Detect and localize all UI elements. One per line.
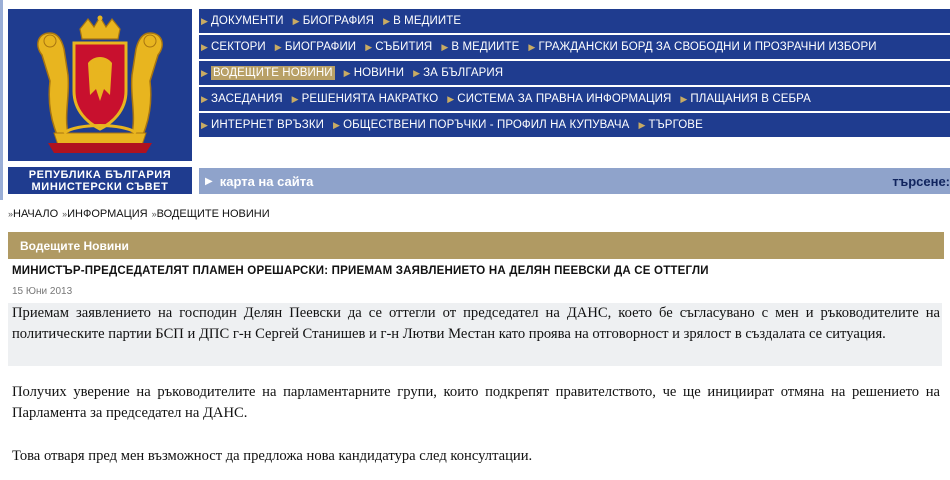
article-paragraph-1: Приемам заявлението на господин Делян Пе…	[8, 303, 942, 366]
arrow-right-icon: ▶	[201, 41, 209, 52]
arrow-right-icon: ▶	[365, 41, 373, 52]
arrow-right-icon: ▶	[638, 119, 646, 130]
nav-item-in-media[interactable]: ▶ В МЕДИИТЕ	[383, 15, 461, 27]
arrow-right-icon: ▶	[292, 15, 300, 26]
arrow-right-icon: ▶	[291, 93, 299, 104]
nav-item-top-news[interactable]: ▶ ВОДЕЩИТЕ НОВИНИ	[201, 66, 335, 80]
nav-item-tenders[interactable]: ▶ ТЪРГОВЕ	[638, 119, 702, 131]
nav-item-about-bulgaria[interactable]: ▶ ЗА БЪЛГАРИЯ	[413, 67, 503, 79]
arrow-right-icon: ▶	[201, 119, 209, 130]
left-edge-strip	[0, 0, 3, 200]
arrow-right-icon: ▶	[528, 41, 536, 52]
institution-name: РЕПУБЛИКА БЪЛГАРИЯ МИНИСТЕРСКИ СЪВЕТ	[8, 167, 192, 194]
nav-item-news[interactable]: ▶ НОВИНИ	[344, 67, 404, 79]
article-title: МИНИСТЪР-ПРЕДСЕДАТЕЛЯТ ПЛАМЕН ОРЕШАРСКИ:…	[12, 265, 709, 277]
arrow-right-icon: ▶	[201, 67, 209, 78]
breadcrumb-information[interactable]: »ИНФОРМАЦИЯ	[62, 208, 148, 220]
institution-name-line1: РЕПУБЛИКА БЪЛГАРИЯ	[28, 169, 172, 181]
nav-item-biography[interactable]: ▶ БИОГРАФИЯ	[293, 15, 374, 27]
nav-item-civic-board[interactable]: ▶ ГРАЖДАНСКИ БОРД ЗА СВОБОДНИ И ПРОЗРАЧНИ…	[528, 41, 876, 53]
nav-item-sectors[interactable]: ▶ СЕКТОРИ	[201, 41, 266, 53]
nav-item-sessions[interactable]: ▶ ЗАСЕДАНИЯ	[201, 93, 283, 105]
nav-item-in-media-2[interactable]: ▶ В МЕДИИТЕ	[441, 41, 519, 53]
main-navigation: ▶ ДОКУМЕНТИ ▶ БИОГРАФИЯ ▶ В МЕДИИТЕ ▶ СЕКТОР…	[199, 9, 950, 139]
sitemap-search-bar: ▶ карта на сайта търсене:	[199, 168, 950, 194]
arrow-right-icon: ▶	[680, 93, 688, 104]
arrow-right-icon: ▶	[201, 93, 209, 104]
nav-item-sebra-payments[interactable]: ▶ ПЛАЩАНИЯ В СЕБРА	[680, 93, 811, 105]
logo-home-link[interactable]	[8, 9, 192, 161]
nav-item-internet-links[interactable]: ▶ ИНТЕРНЕТ ВРЪЗКИ	[201, 119, 324, 131]
arrow-right-icon: ▶	[413, 67, 421, 78]
nav-item-events[interactable]: ▶ СЪБИТИЯ	[365, 41, 432, 53]
institution-name-line2: МИНИСТЕРСКИ СЪВЕТ	[31, 181, 169, 193]
nav-item-legal-info-system[interactable]: ▶ СИСТЕМА ЗА ПРАВНА ИНФОРМАЦИЯ	[447, 93, 671, 105]
nav-row-2: ▶ СЕКТОРИ ▶ БИОГРАФИИ ▶ СЪБИТИЯ ▶ В МЕДИИТЕ …	[199, 35, 950, 59]
nav-item-biographies[interactable]: ▶ БИОГРАФИИ	[275, 41, 356, 53]
arrow-right-icon: ▶	[205, 175, 213, 187]
nav-item-documents[interactable]: ▶ ДОКУМЕНТИ	[201, 15, 284, 27]
article-date: 15 Юни 2013	[12, 286, 73, 297]
nav-row-4: ▶ ЗАСЕДАНИЯ ▶ РЕШЕНИЯТА НАКРАТКО ▶ СИСТЕМА …	[199, 87, 950, 111]
arrow-right-icon: ▶	[201, 15, 209, 26]
arrow-right-icon: ▶	[383, 15, 391, 26]
breadcrumb: »НАЧАЛО »ИНФОРМАЦИЯ »ВОДЕЩИТЕ НОВИНИ	[8, 208, 274, 220]
nav-row-1: ▶ ДОКУМЕНТИ ▶ БИОГРАФИЯ ▶ В МЕДИИТЕ	[199, 9, 950, 33]
nav-item-public-procurement[interactable]: ▶ ОБЩЕСТВЕНИ ПОРЪЧКИ - ПРОФИЛ НА КУПУВАЧА	[333, 119, 629, 131]
nav-row-3: ▶ ВОДЕЩИТЕ НОВИНИ ▶ НОВИНИ ▶ ЗА БЪЛГАРИЯ	[199, 61, 950, 85]
arrow-right-icon: ▶	[274, 41, 282, 52]
arrow-right-icon: ▶	[333, 119, 341, 130]
arrow-right-icon: ▶	[343, 67, 351, 78]
coat-of-arms-icon	[37, 15, 163, 153]
breadcrumb-top-news[interactable]: »ВОДЕЩИТЕ НОВИНИ	[152, 208, 270, 220]
nav-item-decisions-brief[interactable]: ▶ РЕШЕНИЯТА НАКРАТКО	[292, 93, 439, 105]
article-paragraph-3: Това отваря пред мен възможност да предл…	[12, 448, 533, 464]
sitemap-link[interactable]: карта на сайта	[220, 174, 314, 189]
search-label: търсене:	[892, 173, 950, 189]
nav-row-5: ▶ ИНТЕРНЕТ ВРЪЗКИ ▶ ОБЩЕСТВЕНИ ПОРЪЧКИ - П…	[199, 113, 950, 137]
arrow-right-icon: ▶	[441, 41, 449, 52]
article-paragraph-2: Получих уверение на ръководителите на па…	[12, 384, 940, 421]
section-heading: Водещите Новини	[8, 232, 944, 259]
breadcrumb-home[interactable]: »НАЧАЛО	[8, 208, 58, 220]
arrow-right-icon: ▶	[447, 93, 455, 104]
